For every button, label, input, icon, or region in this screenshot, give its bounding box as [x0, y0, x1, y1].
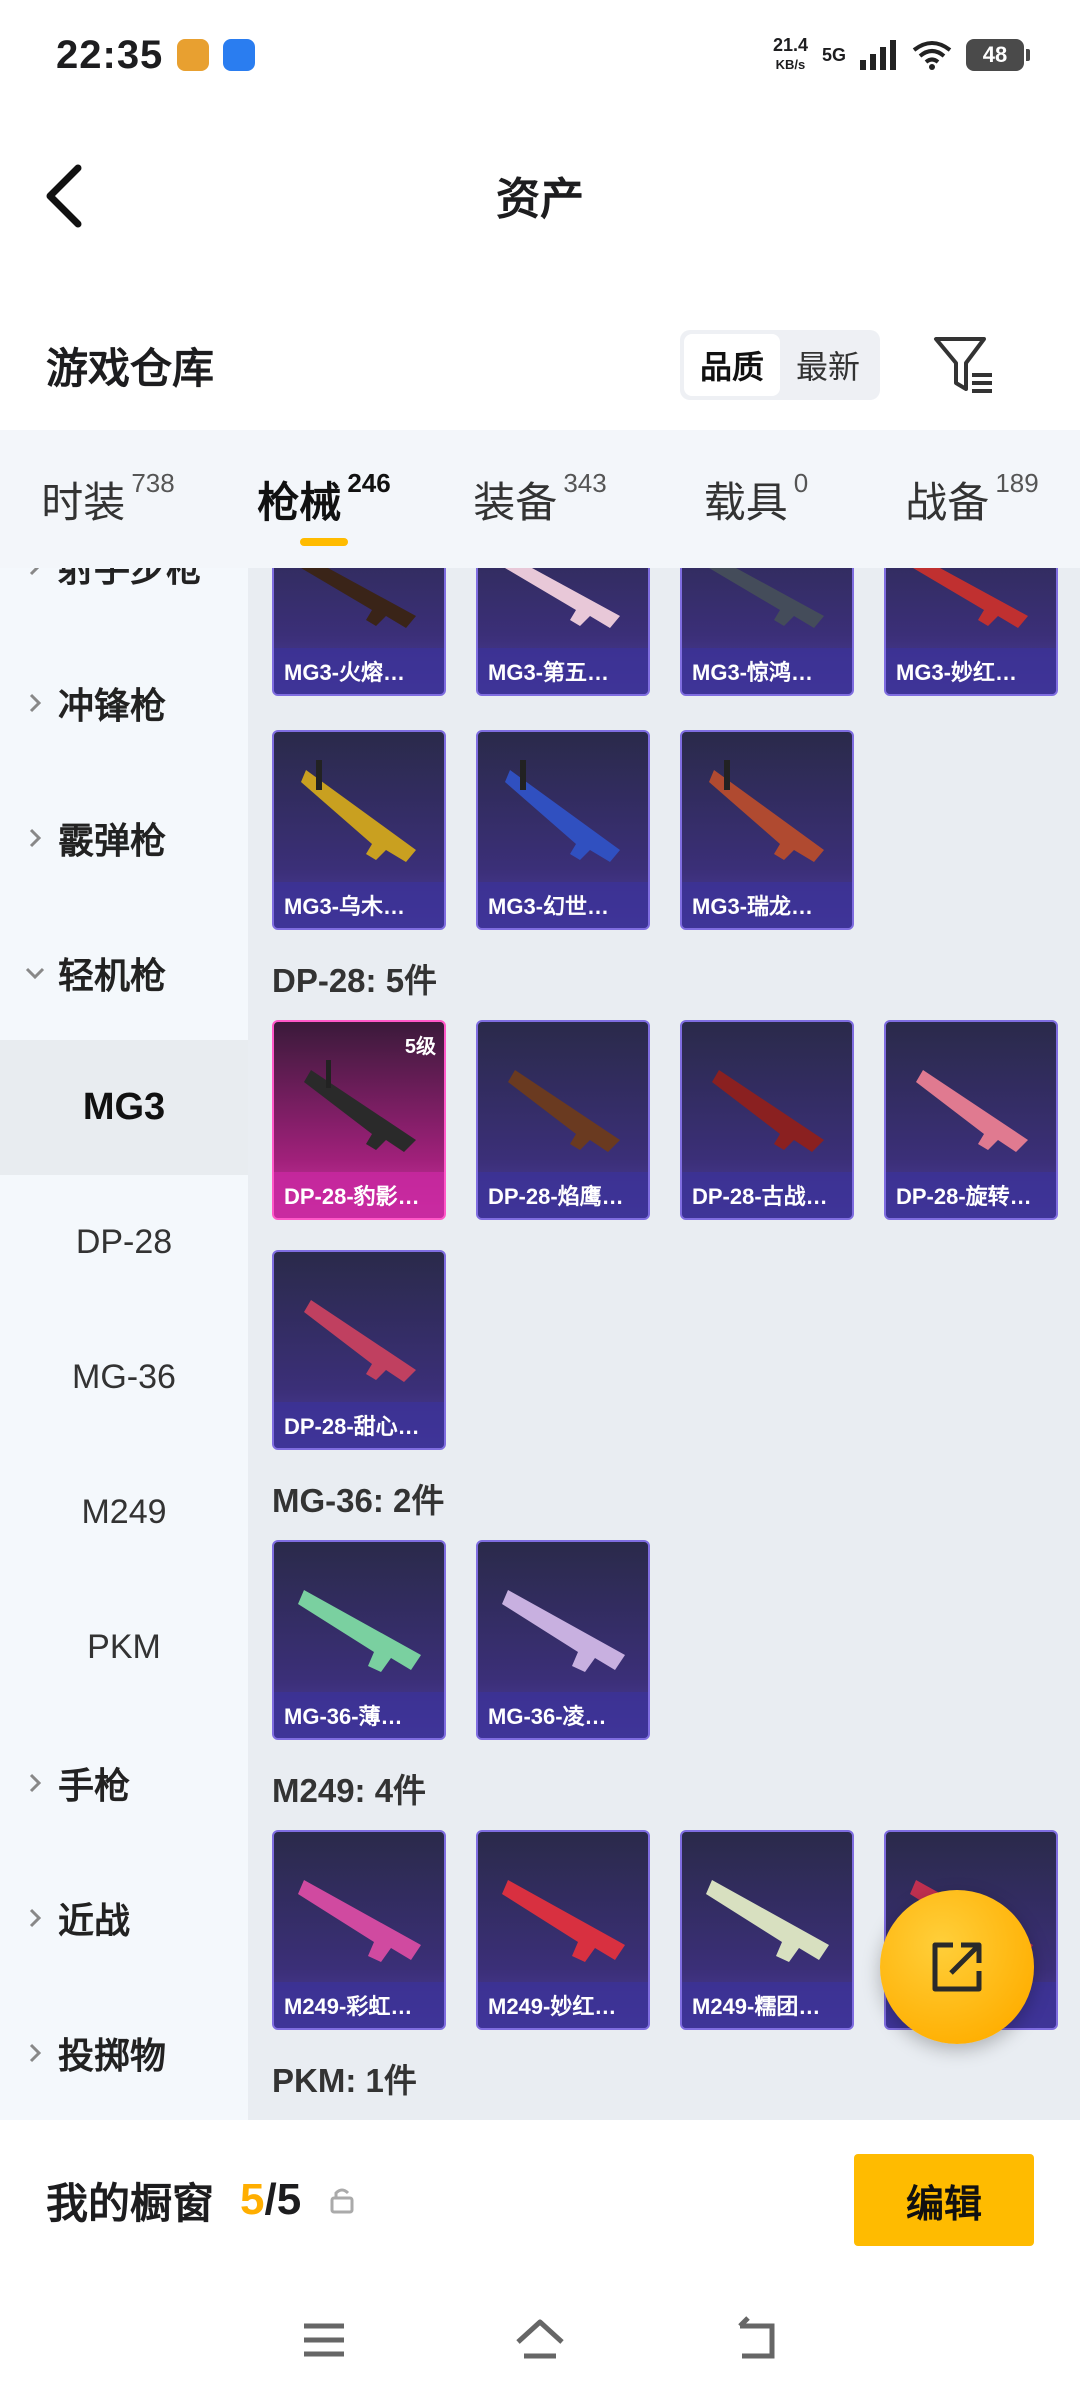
tab-gear[interactable]: 战备 189: [864, 430, 1080, 568]
back-arrow-icon[interactable]: [38, 156, 98, 236]
section-title-pkm: PKM: 1件: [272, 2062, 417, 2099]
weapon-card[interactable]: DP-28-甜心…: [272, 1250, 446, 1450]
chevron-right-icon: [29, 1908, 42, 1927]
weapon-card[interactable]: MG3-妙红…: [884, 568, 1058, 696]
network-type: 5G: [821, 44, 846, 65]
active-tab-indicator: [300, 538, 348, 546]
showcase-bar: 我的橱窗 5/5 编辑: [0, 2120, 1080, 2280]
menu-icon[interactable]: [296, 2312, 352, 2368]
weapon-card[interactable]: DP-28-古战…: [680, 1020, 854, 1220]
weapon-card[interactable]: MG-36-薄…: [272, 1540, 446, 1740]
weapon-image: [913, 568, 1028, 628]
weapon-card[interactable]: MG-36-凌…: [476, 1540, 650, 1740]
signal-icon: [860, 40, 896, 70]
sidebar-item-marksman-rifle[interactable]: 射手步枪: [0, 568, 248, 633]
battery-indicator: 48: [966, 39, 1030, 71]
chevron-right-icon: [29, 828, 42, 847]
warehouse-title: 游戏仓库: [46, 344, 215, 392]
weapon-card[interactable]: M249-糯团…: [680, 1830, 854, 2030]
weapon-card[interactable]: MG3-第五…: [476, 568, 650, 696]
section-title-mg36: MG-36: 2件: [272, 1482, 445, 1519]
wifi-icon: [912, 41, 952, 70]
filter-icon[interactable]: [930, 331, 998, 399]
showcase-count: 5/5: [240, 2175, 302, 2224]
page-title: 资产: [496, 175, 584, 224]
warehouse-row: 游戏仓库 品质 最新: [0, 300, 1080, 430]
weapon-image: [712, 1070, 824, 1152]
weapon-image: [709, 568, 824, 628]
weapon-image: [508, 1070, 620, 1152]
sidebar-sub-dp28[interactable]: DP-28: [0, 1175, 248, 1310]
weapon-image: [304, 1060, 416, 1152]
weapon-image: [505, 760, 620, 862]
sidebar-sub-mg3[interactable]: MG3: [0, 1040, 248, 1175]
weapon-grid: MG3-火熔… MG3-第五… MG3-惊鸿… MG3-妙红… MG3-乌木… …: [248, 568, 1080, 2120]
weapon-card[interactable]: MG3-火熔…: [272, 568, 446, 696]
weapon-image: [709, 760, 824, 862]
share-icon: [932, 1942, 982, 1992]
weapon-card[interactable]: MG3-幻世…: [476, 730, 650, 930]
sidebar-sub-m249[interactable]: M249: [0, 1445, 248, 1580]
weapon-image: [301, 760, 416, 862]
weapon-image: [301, 568, 416, 628]
sort-toggle: 品质 最新: [680, 330, 880, 400]
system-nav-bar: [0, 2280, 1080, 2400]
net-speed: 21.4 KB/s: [772, 35, 808, 72]
chevron-right-icon: [29, 693, 42, 712]
weapon-image: [298, 1590, 421, 1672]
chevron-right-icon: [29, 1773, 42, 1792]
tab-guns[interactable]: 枪械 246: [216, 430, 432, 568]
sidebar-item-melee[interactable]: 近战: [0, 1850, 248, 1985]
showcase-label: 我的橱窗: [46, 2179, 215, 2227]
sidebar-item-pistol[interactable]: 手枪: [0, 1715, 248, 1850]
weapon-card[interactable]: MG3-瑞龙…: [680, 730, 854, 930]
share-button[interactable]: [880, 1890, 1034, 2044]
weapon-image: [298, 1880, 421, 1962]
weapon-card[interactable]: MG3-惊鸿…: [680, 568, 854, 696]
status-bar: 22:35 21.4 KB/s 5G 48: [0, 0, 1080, 110]
chevron-right-icon: [29, 2043, 42, 2062]
weapon-category-sidebar: 射手步枪 冲锋枪 霰弹枪 轻机枪 MG3 DP-28 MG-36 M249 PK…: [0, 568, 248, 2120]
weapon-card[interactable]: MG3-乌木…: [272, 730, 446, 930]
sidebar-item-throwable[interactable]: 投掷物: [0, 1985, 248, 2120]
weapon-card[interactable]: DP-28-焰鹰…: [476, 1020, 650, 1220]
chevron-down-icon: [25, 967, 45, 979]
tab-fashion[interactable]: 时装 738: [0, 430, 216, 568]
weapon-image: [502, 1590, 625, 1672]
sidebar-item-lmg[interactable]: 轻机枪: [0, 905, 248, 1040]
weapon-image: [304, 1300, 416, 1382]
weapon-level-badge: 5级: [404, 1036, 436, 1058]
weapon-image: [916, 1070, 1028, 1152]
sidebar-item-smg[interactable]: 冲锋枪: [0, 635, 248, 770]
weapon-card[interactable]: 5级 DP-28-豹影…: [272, 1020, 446, 1220]
tab-equipment[interactable]: 装备 343: [432, 430, 648, 568]
weapon-card[interactable]: M249-彩虹…: [272, 1830, 446, 2030]
back-nav-icon[interactable]: [728, 2312, 784, 2368]
home-icon[interactable]: [512, 2312, 568, 2368]
page-header: 资产: [0, 120, 1080, 270]
weapon-card[interactable]: DP-28-旋转…: [884, 1020, 1058, 1220]
app-notification-icon: [177, 39, 210, 71]
sort-newest-button[interactable]: 最新: [780, 334, 876, 396]
sidebar-sub-pkm[interactable]: PKM: [0, 1580, 248, 1715]
weapon-image: [505, 568, 620, 628]
weapon-image: [502, 1880, 625, 1962]
chevron-right-icon: [29, 568, 39, 575]
sidebar-sub-mg36[interactable]: MG-36: [0, 1310, 248, 1445]
sort-quality-button[interactable]: 品质: [684, 334, 780, 396]
tab-vehicles[interactable]: 载具 0: [648, 430, 864, 568]
weapon-image: [706, 1880, 829, 1962]
baidu-notification-icon: [223, 39, 256, 71]
category-tabs: 时装 738 枪械 246 装备 343 载具 0 战备 189: [0, 430, 1080, 568]
weapon-card[interactable]: M249-妙红…: [476, 1830, 650, 2030]
sidebar-item-shotgun[interactable]: 霰弹枪: [0, 770, 248, 905]
section-title-dp28: DP-28: 5件: [272, 962, 438, 999]
status-time: 22:35: [56, 32, 164, 77]
lock-icon: [330, 2188, 354, 2214]
section-title-m249: M249: 4件: [272, 1772, 427, 1809]
edit-button[interactable]: 编辑: [854, 2154, 1034, 2246]
